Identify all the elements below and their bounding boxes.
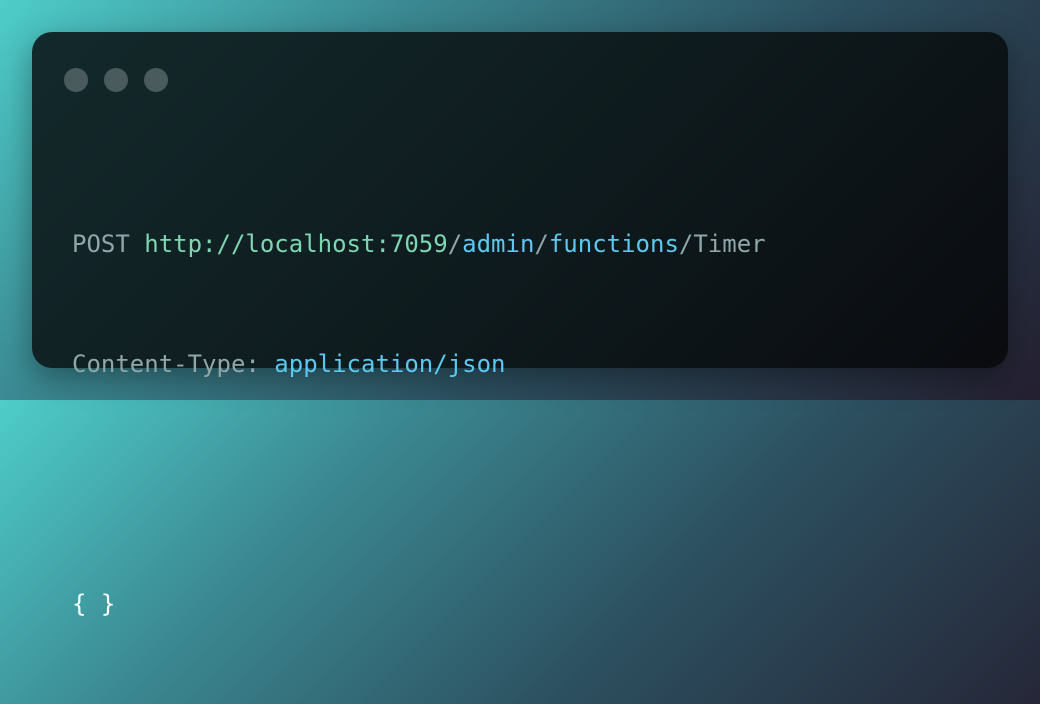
url-segment-functions: functions [548, 230, 679, 258]
request-line: POST http://localhost:7059/admin/functio… [72, 224, 766, 264]
request-body: { } [72, 590, 116, 618]
header-value: application/json [274, 350, 506, 378]
url-separator: / [447, 230, 463, 258]
close-dot-icon [64, 68, 88, 92]
url-segment-timer: Timer [693, 230, 766, 258]
url-base: http://localhost:7059 [144, 230, 448, 258]
code-block: POST http://localhost:7059/admin/functio… [72, 144, 766, 704]
code-window: POST http://localhost:7059/admin/functio… [32, 32, 1008, 618]
url-separator: / [534, 230, 549, 258]
minimize-dot-icon [104, 68, 128, 92]
header-line: Content-Type: application/json [72, 344, 766, 384]
window-controls [64, 68, 168, 92]
http-method: POST [72, 230, 130, 258]
header-name: Content-Type: [72, 350, 260, 378]
url-separator: / [678, 230, 694, 258]
url-segment-admin: admin [462, 230, 535, 258]
body-line: { } [72, 584, 766, 624]
maximize-dot-icon [144, 68, 168, 92]
